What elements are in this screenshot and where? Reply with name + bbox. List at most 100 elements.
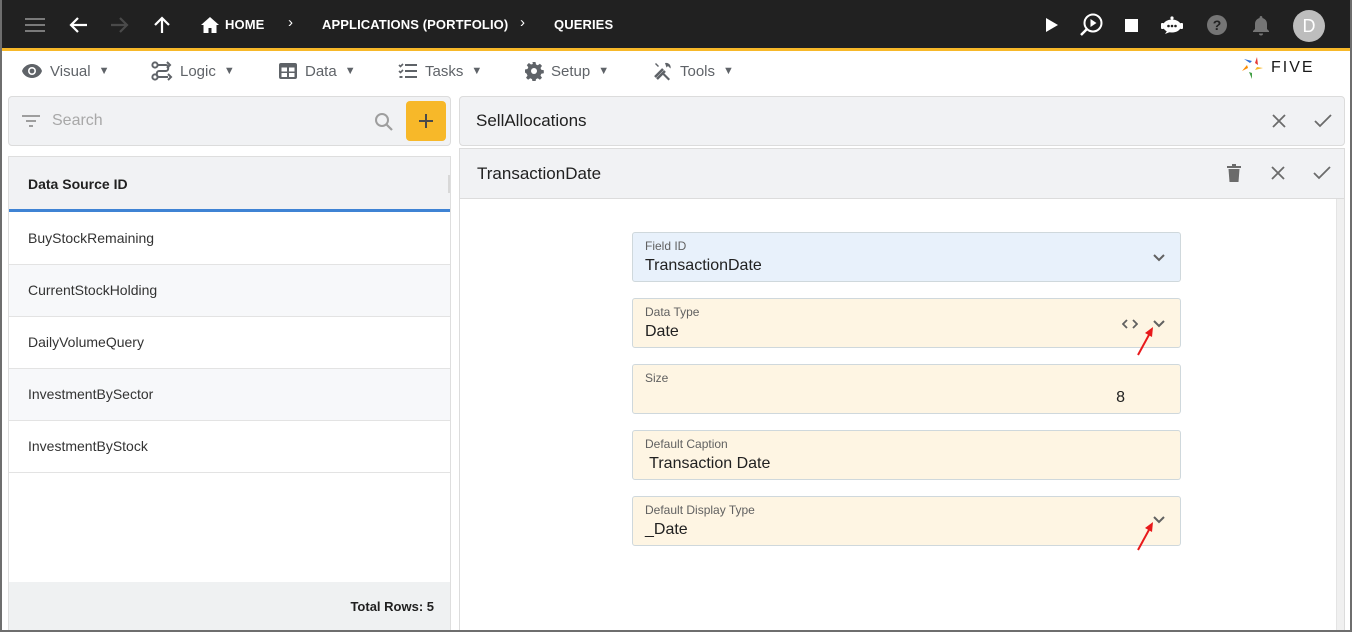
- delete-button[interactable]: [1220, 159, 1248, 187]
- caret-down-icon: ▼: [471, 65, 483, 77]
- list-item[interactable]: BuyStockRemaining: [9, 213, 450, 265]
- close-parent-button[interactable]: [1265, 107, 1293, 135]
- home-icon[interactable]: [197, 12, 223, 38]
- column-resize-handle[interactable]: [448, 175, 450, 193]
- field-detail-header: TransactionDate: [460, 149, 1344, 199]
- search-bar: [8, 96, 451, 146]
- forward-arrow-icon[interactable]: [106, 12, 132, 38]
- breadcrumb-applications[interactable]: APPLICATIONS (PORTFOLIO): [322, 17, 508, 32]
- list-footer: Total Rows: 5: [9, 582, 450, 630]
- caret-down-icon: ▼: [344, 65, 356, 77]
- data-type-select[interactable]: Data Type Date: [632, 298, 1181, 348]
- menu-setup[interactable]: Setup ▼: [524, 60, 609, 82]
- five-logo-icon: [1242, 57, 1263, 79]
- menu-data-label: Data: [305, 62, 337, 80]
- field-id-value: TransactionDate: [645, 257, 762, 274]
- up-arrow-icon[interactable]: [149, 12, 175, 38]
- default-caption-label: Default Caption: [645, 437, 728, 451]
- list-item-label: BuyStockRemaining: [28, 230, 155, 246]
- menu-data[interactable]: Data ▼: [278, 60, 356, 82]
- chevron-down-icon[interactable]: [1150, 249, 1168, 267]
- size-label: Size: [645, 371, 669, 385]
- plus-icon: [419, 114, 433, 128]
- list-item[interactable]: CurrentStockHolding: [9, 265, 450, 317]
- caret-down-icon: ▼: [598, 65, 610, 77]
- table-icon: [279, 63, 297, 79]
- menu-logic[interactable]: Logic ▼: [151, 60, 235, 82]
- data-type-label: Data Type: [645, 305, 700, 319]
- save-button[interactable]: [1308, 159, 1336, 187]
- default-caption-field[interactable]: Default Caption Transaction Date: [632, 430, 1181, 480]
- eye-icon: [22, 64, 42, 78]
- default-display-type-select[interactable]: Default Display Type _Date: [632, 496, 1181, 546]
- data-type-value: Date: [645, 323, 679, 340]
- gear-icon: [525, 62, 544, 81]
- field-id-select[interactable]: Field ID TransactionDate: [632, 232, 1181, 282]
- close-button[interactable]: [1264, 159, 1292, 187]
- back-arrow-icon[interactable]: [66, 12, 92, 38]
- play-icon[interactable]: [1039, 12, 1065, 38]
- breadcrumb-queries[interactable]: QUERIES: [554, 17, 613, 32]
- menu-logic-label: Logic: [180, 62, 216, 80]
- data-source-list: Data Source ID BuyStockRemaining Current…: [8, 156, 451, 630]
- list-column-header[interactable]: Data Source ID: [9, 157, 450, 212]
- menu-tools-label: Tools: [680, 62, 716, 80]
- save-parent-button[interactable]: [1309, 107, 1337, 135]
- default-caption-value: Transaction Date: [645, 455, 771, 472]
- chevron-down-icon[interactable]: [1150, 511, 1168, 529]
- inspect-play-icon[interactable]: [1078, 12, 1104, 38]
- stop-icon[interactable]: [1118, 12, 1144, 38]
- field-detail-title: TransactionDate: [477, 164, 602, 183]
- chatbot-icon[interactable]: [1159, 12, 1185, 38]
- top-bar: HOME › APPLICATIONS (PORTFOLIO) › QUERIE…: [2, 0, 1350, 51]
- help-icon[interactable]: ?: [1204, 12, 1230, 38]
- list-item-label: DailyVolumeQuery: [28, 334, 144, 350]
- code-icon[interactable]: [1120, 315, 1140, 333]
- breadcrumb-home[interactable]: HOME: [225, 17, 264, 32]
- search-input[interactable]: [52, 109, 362, 133]
- tools-icon: [654, 62, 671, 81]
- scrollbar[interactable]: [1336, 199, 1344, 630]
- bell-icon[interactable]: [1248, 12, 1274, 38]
- chevron-down-icon[interactable]: [1150, 315, 1168, 333]
- size-field[interactable]: Size 8: [632, 364, 1181, 414]
- column-header-label: Data Source ID: [28, 176, 128, 192]
- menu-icon[interactable]: [22, 12, 48, 38]
- menu-visual[interactable]: Visual ▼: [21, 60, 109, 82]
- list-item-label: CurrentStockHolding: [28, 282, 158, 298]
- list-item-label: InvestmentBySector: [28, 386, 154, 402]
- total-rows-label: Total Rows: 5: [350, 599, 434, 614]
- menu-setup-label: Setup: [551, 62, 591, 80]
- checklist-icon: [398, 63, 417, 78]
- flow-icon: [151, 61, 173, 81]
- breadcrumb-separator: ›: [288, 14, 293, 31]
- list-item[interactable]: InvestmentByStock: [9, 421, 450, 473]
- close-icon: [1271, 166, 1285, 180]
- list-item[interactable]: DailyVolumeQuery: [9, 317, 450, 369]
- caret-down-icon: ▼: [723, 65, 734, 77]
- trash-icon: [1227, 164, 1241, 182]
- size-value: 8: [1116, 389, 1125, 406]
- search-icon[interactable]: [374, 112, 394, 132]
- menu-tasks-label: Tasks: [425, 62, 464, 80]
- check-icon: [1313, 166, 1331, 180]
- field-detail-panel: TransactionDate Field ID TransactionDate…: [459, 148, 1345, 630]
- logo-text: FIVE: [1271, 59, 1315, 76]
- menu-visual-label: Visual: [50, 62, 91, 80]
- menu-tasks[interactable]: Tasks ▼: [398, 60, 482, 82]
- close-icon: [1272, 114, 1286, 128]
- parent-record-header: SellAllocations: [459, 96, 1345, 146]
- caret-down-icon: ▼: [223, 65, 235, 77]
- list-item[interactable]: InvestmentBySector: [9, 369, 450, 421]
- caret-down-icon: ▼: [98, 65, 110, 77]
- menu-tools[interactable]: Tools ▼: [653, 60, 734, 82]
- default-display-type-label: Default Display Type: [645, 503, 755, 517]
- filter-icon[interactable]: [22, 114, 40, 128]
- avatar[interactable]: D: [1293, 10, 1325, 42]
- add-button[interactable]: [406, 101, 446, 141]
- default-display-type-value: _Date: [645, 521, 688, 538]
- field-id-label: Field ID: [645, 239, 687, 253]
- parent-record-title: SellAllocations: [476, 111, 587, 130]
- svg-text:?: ?: [1213, 17, 1222, 33]
- menu-bar: Visual ▼ Logic ▼ Data ▼ Tasks ▼ Setup ▼ …: [2, 51, 1350, 91]
